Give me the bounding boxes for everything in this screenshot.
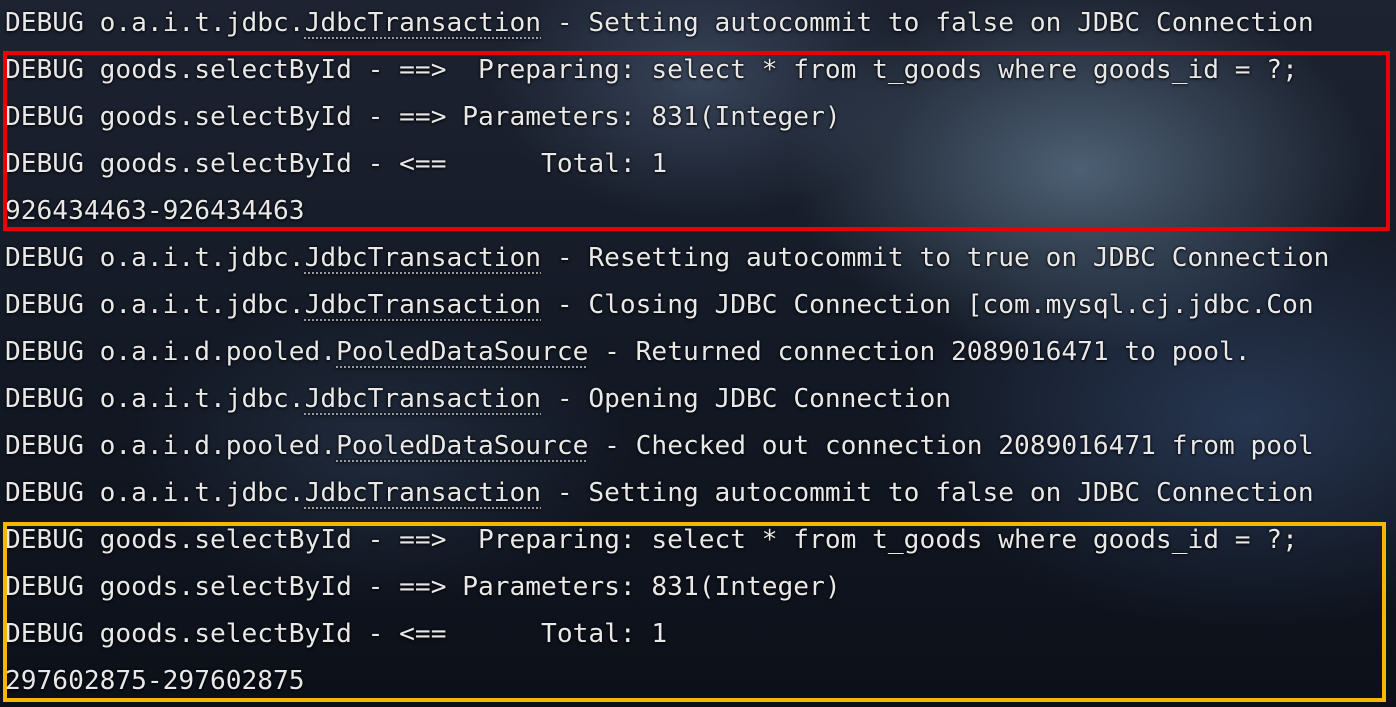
log-line: DEBUG o.a.i.t.jdbc.JdbcTransaction - Set… [5, 0, 1314, 47]
log-line: DEBUG goods.selectById - <== Total: 1 [5, 611, 667, 658]
log-message: DEBUG goods.selectById - ==> Preparing: … [5, 525, 1298, 555]
log-prefix: DEBUG o.a.i.t.jdbc. [5, 8, 305, 38]
log-message: DEBUG goods.selectById - ==> Preparing: … [5, 55, 1298, 85]
log-line: 297602875-297602875 [5, 658, 305, 705]
log-message: DEBUG goods.selectById - ==> Parameters:… [5, 572, 841, 602]
log-prefix: DEBUG o.a.i.t.jdbc. [5, 243, 305, 273]
log-message: - Setting autocommit to false on JDBC Co… [541, 478, 1314, 508]
log-line: DEBUG o.a.i.d.pooled.PooledDataSource - … [5, 423, 1314, 470]
log-message: - Closing JDBC Connection [com.mysql.cj.… [541, 290, 1314, 320]
log-prefix: DEBUG o.a.i.t.jdbc. [5, 384, 305, 414]
log-line: DEBUG o.a.i.t.jdbc.JdbcTransaction - Ope… [5, 376, 951, 423]
log-line: 926434463-926434463 [5, 188, 305, 235]
log-message: DEBUG goods.selectById - ==> Parameters:… [5, 102, 841, 132]
log-message: DEBUG goods.selectById - <== Total: 1 [5, 619, 668, 649]
log-message: 297602875-297602875 [5, 666, 305, 696]
log-message: - Resetting autocommit to true on JDBC C… [541, 243, 1330, 273]
log-line: DEBUG goods.selectById - ==> Parameters:… [5, 564, 841, 611]
log-message: 926434463-926434463 [5, 196, 305, 226]
log-line: DEBUG o.a.i.t.jdbc.JdbcTransaction - Clo… [5, 282, 1314, 329]
logger-link[interactable]: JdbcTransaction [305, 384, 542, 414]
logger-link[interactable]: PooledDataSource [336, 431, 588, 461]
log-message: - Setting autocommit to false on JDBC Co… [541, 8, 1314, 38]
log-prefix: DEBUG o.a.i.t.jdbc. [5, 290, 305, 320]
log-prefix: DEBUG o.a.i.d.pooled. [5, 431, 337, 461]
log-message: - Checked out connection 2089016471 from… [588, 431, 1314, 461]
log-prefix: DEBUG o.a.i.t.jdbc. [5, 478, 305, 508]
log-message: - Returned connection 2089016471 to pool… [588, 337, 1251, 367]
logger-link[interactable]: JdbcTransaction [305, 8, 542, 38]
logger-link[interactable]: JdbcTransaction [305, 290, 542, 320]
log-line: DEBUG o.a.i.d.pooled.PooledDataSource - … [5, 329, 1251, 376]
log-line: DEBUG o.a.i.t.jdbc.JdbcTransaction - Set… [5, 470, 1314, 517]
log-message: - Opening JDBC Connection [541, 384, 951, 414]
log-line: DEBUG goods.selectById - <== Total: 1 [5, 141, 667, 188]
log-line: DEBUG goods.selectById - ==> Preparing: … [5, 517, 1298, 564]
log-line: DEBUG goods.selectById - ==> Preparing: … [5, 47, 1298, 94]
log-line: DEBUG goods.selectById - ==> Parameters:… [5, 94, 841, 141]
log-message: DEBUG goods.selectById - <== Total: 1 [5, 149, 668, 179]
logger-link[interactable]: JdbcTransaction [305, 243, 542, 273]
logger-link[interactable]: PooledDataSource [336, 337, 588, 367]
log-line: DEBUG o.a.i.t.jdbc.JdbcTransaction - Res… [5, 235, 1329, 282]
log-prefix: DEBUG o.a.i.d.pooled. [5, 337, 337, 367]
logger-link[interactable]: JdbcTransaction [305, 478, 542, 508]
console-output[interactable]: DEBUG o.a.i.t.jdbc.JdbcTransaction - Set… [5, 0, 1396, 707]
